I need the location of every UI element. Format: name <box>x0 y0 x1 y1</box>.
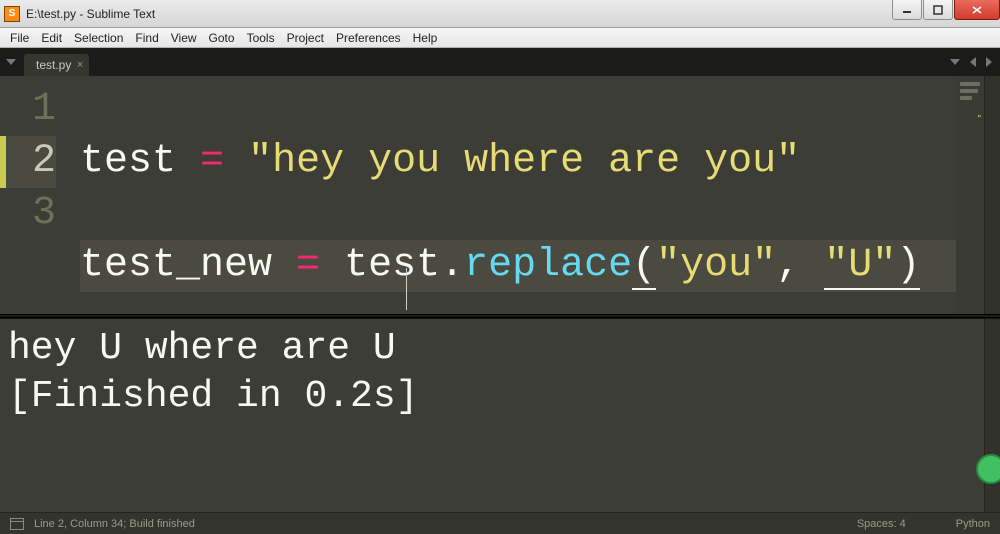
line-number: 1 <box>0 84 56 136</box>
code-area[interactable]: test = "hey you where are you" test_new … <box>66 76 956 314</box>
layout-icon[interactable] <box>10 518 24 530</box>
code-line: test = "hey you where are you" <box>80 136 956 188</box>
token-dot: . <box>440 243 464 288</box>
token-variable: test_new <box>80 243 272 288</box>
editor-scrollbar[interactable] <box>984 76 1000 314</box>
menu-view[interactable]: View <box>165 31 203 45</box>
gutter-modified-marker <box>0 136 6 188</box>
token-variable: test <box>80 139 176 184</box>
output-line: [Finished in 0.2s] <box>8 373 992 421</box>
floating-badge[interactable] <box>976 454 1000 484</box>
window-close-button[interactable] <box>954 0 1000 20</box>
status-syntax[interactable]: Python <box>956 518 990 530</box>
app-icon: S <box>4 6 20 22</box>
token-operator: = <box>200 139 224 184</box>
minimap[interactable]: " <box>956 76 984 314</box>
tab-list-dropdown-icon[interactable] <box>6 59 16 65</box>
editor[interactable]: 1 2 3 test = "hey you where are you" tes… <box>0 76 1000 314</box>
tab-prev-icon[interactable] <box>970 57 976 67</box>
menu-find[interactable]: Find <box>129 31 164 45</box>
menu-help[interactable]: Help <box>407 31 444 45</box>
menu-file[interactable]: File <box>4 31 35 45</box>
token-string: "hey you where are you" <box>248 139 800 184</box>
tab-label: test.py <box>36 58 71 72</box>
gutter: 1 2 3 <box>0 76 66 314</box>
text-caret <box>406 268 407 310</box>
code-line: test_new = test.replace("you", "U") <box>80 240 956 292</box>
output-line: hey U where are U <box>8 325 992 373</box>
token-variable: test <box>344 243 440 288</box>
line-number: 3 <box>0 188 56 240</box>
token-operator: = <box>296 243 320 288</box>
tab-next-icon[interactable] <box>986 57 992 67</box>
window-minimize-button[interactable] <box>892 0 922 20</box>
tab-strip: test.py × <box>0 48 1000 76</box>
window-titlebar: S E:\test.py - Sublime Text <box>0 0 1000 28</box>
tab-test-py[interactable]: test.py × <box>24 54 89 76</box>
tab-close-icon[interactable]: × <box>77 59 83 71</box>
token-string: "U" <box>824 243 896 290</box>
menubar: File Edit Selection Find View Goto Tools… <box>0 28 1000 48</box>
menu-project[interactable]: Project <box>281 31 330 45</box>
menu-preferences[interactable]: Preferences <box>330 31 407 45</box>
token-paren: ) <box>896 243 920 290</box>
menu-tools[interactable]: Tools <box>241 31 281 45</box>
minimap-marker: " <box>977 114 981 125</box>
window-maximize-button[interactable] <box>923 0 953 20</box>
menu-selection[interactable]: Selection <box>68 31 129 45</box>
build-output-panel[interactable]: hey U where are U [Finished in 0.2s] <box>0 318 1000 512</box>
token-paren: ( <box>632 243 656 290</box>
token-comma: , <box>776 243 800 288</box>
token-string: "you" <box>656 243 776 288</box>
window-title: E:\test.py - Sublime Text <box>26 7 155 21</box>
line-number: 2 <box>0 136 56 188</box>
token-method: replace <box>464 243 632 288</box>
menu-edit[interactable]: Edit <box>35 31 68 45</box>
menu-goto[interactable]: Goto <box>203 31 241 45</box>
tab-overflow-icon[interactable] <box>950 59 960 65</box>
